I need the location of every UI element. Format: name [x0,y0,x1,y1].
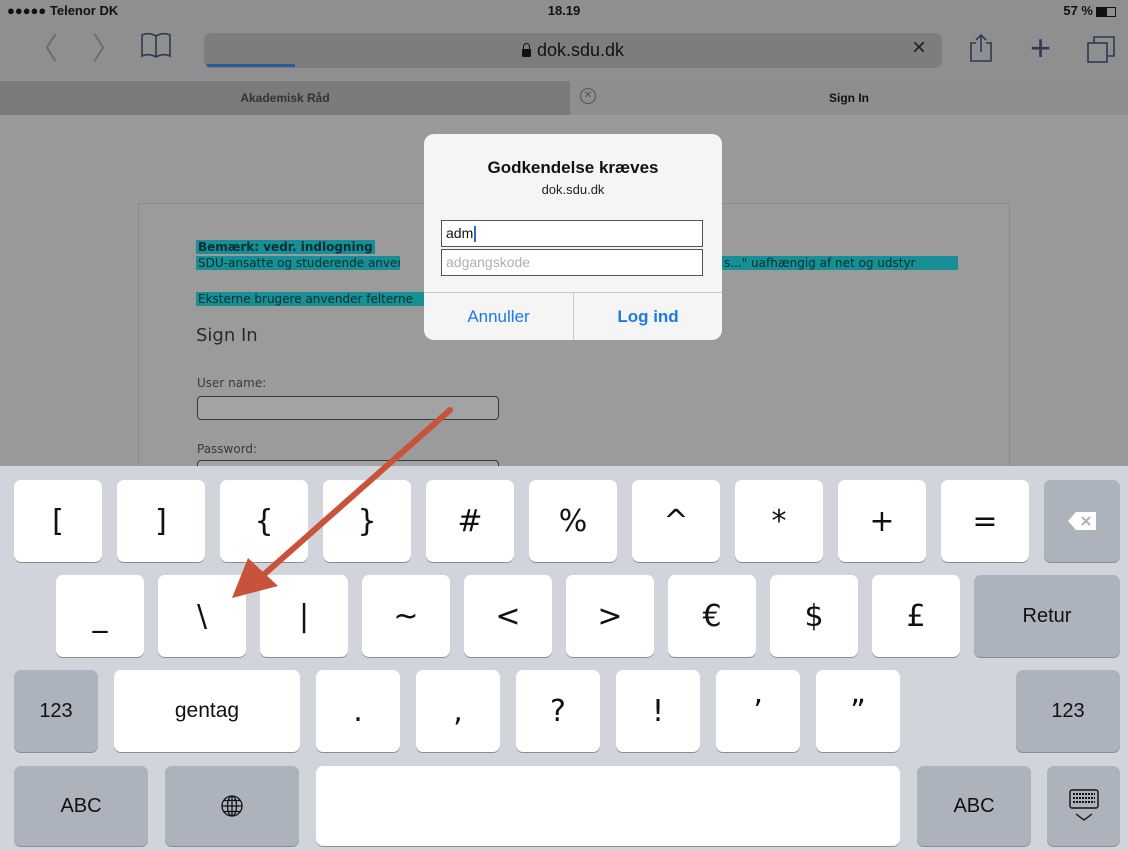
key-dollar[interactable]: $ [770,575,858,657]
key-underscore[interactable]: _ [56,575,144,657]
login-button[interactable]: Log ind [574,293,722,340]
password-label: Password: [197,442,258,456]
tab-sign-in[interactable]: Sign In [570,81,1128,115]
key-hash[interactable]: # [426,480,514,562]
hide-keyboard-button[interactable] [1047,766,1120,846]
back-icon[interactable]: 〈 [28,30,58,70]
numbers-button-left[interactable]: 123 [14,670,98,752]
abc-button-left[interactable]: ABC [14,766,148,846]
status-bar: ●●●●● Telenor DK 18.19 57 % [0,0,1128,22]
auth-dialog: Godkendelse kræves dok.sdu.dk adm adgang… [424,134,722,340]
forward-icon[interactable]: 〉 [92,30,122,70]
backspace-button[interactable] [1044,480,1120,562]
text-caret [474,226,476,243]
key-comma[interactable]: , [416,670,500,752]
abc-button-right[interactable]: ABC [917,766,1031,846]
battery-icon [1096,6,1116,17]
space-bar[interactable] [316,766,900,846]
clock: 18.19 [547,3,581,18]
key-close-brace[interactable]: } [323,480,411,562]
key-apostrophe[interactable]: ’ [716,670,800,752]
key-greater-than[interactable]: > [566,575,654,657]
key-exclamation[interactable]: ! [616,670,700,752]
dialog-username-input[interactable]: adm [441,220,703,247]
tab-akademisk-raad[interactable]: Akademisk Råd [0,81,570,115]
key-asterisk[interactable]: * [735,480,823,562]
notice-title: Bemærk: vedr. indlogning [196,240,375,254]
key-question-mark[interactable]: ? [516,670,600,752]
key-quote[interactable]: ” [816,670,900,752]
page-title: Sign In [196,325,258,346]
bookmarks-icon[interactable] [140,32,172,58]
key-open-brace[interactable]: { [220,480,308,562]
language-button[interactable] [165,766,299,846]
backspace-icon [1068,512,1096,530]
key-open-bracket[interactable]: [ [14,480,102,562]
url-display[interactable]: dok.sdu.dk [204,33,942,68]
username-input[interactable] [197,396,499,420]
clear-url-icon[interactable]: × [912,34,926,62]
lock-icon [521,43,531,57]
numbers-button-right[interactable]: 123 [1016,670,1120,752]
key-caret[interactable]: ^ [632,480,720,562]
key-tilde[interactable]: ~ [362,575,450,657]
undo-button[interactable]: gentag [114,670,300,752]
key-euro[interactable]: € [668,575,756,657]
key-backslash[interactable]: \ [158,575,246,657]
battery-indicator: 57 % [1063,3,1116,18]
notice-line-2: Eksterne brugere anvender felterne [196,292,430,306]
notice-line-1: SDU-ansatte og studerende anvend [196,256,400,270]
url-text: dok.sdu.dk [536,40,625,60]
key-period[interactable]: . [316,670,400,752]
return-button[interactable]: Retur [974,575,1120,657]
key-plus[interactable]: + [838,480,926,562]
dialog-host: dok.sdu.dk [541,182,605,197]
share-icon[interactable] [968,33,994,63]
dialog-username-value: adm [446,225,474,241]
globe-icon [221,795,243,817]
battery-percent: 57 % [1063,3,1093,18]
on-screen-keyboard: [ ] { } # % ^ * + = _ \ | ~ < > € $ £ Re… [0,466,1128,850]
username-label: User name: [197,376,267,390]
hide-keyboard-icon [1068,789,1099,821]
dialog-password-input[interactable]: adgangskode [441,249,703,276]
key-pipe[interactable]: | [260,575,348,657]
key-percent[interactable]: % [529,480,617,562]
tabs-overview-icon[interactable] [1086,34,1116,64]
cancel-button[interactable]: Annuller [424,293,573,340]
key-equals[interactable]: = [941,480,1029,562]
key-less-than[interactable]: < [464,575,552,657]
new-tab-icon[interactable]: + [1030,28,1051,68]
key-pound[interactable]: £ [872,575,960,657]
dialog-title: Godkendelse kræves [487,158,659,177]
key-close-bracket[interactable]: ] [117,480,205,562]
notice-line-1-end: s..." uafhængig af net og udstyr [722,256,958,270]
tab-close-icon[interactable]: ✕ [580,88,596,104]
